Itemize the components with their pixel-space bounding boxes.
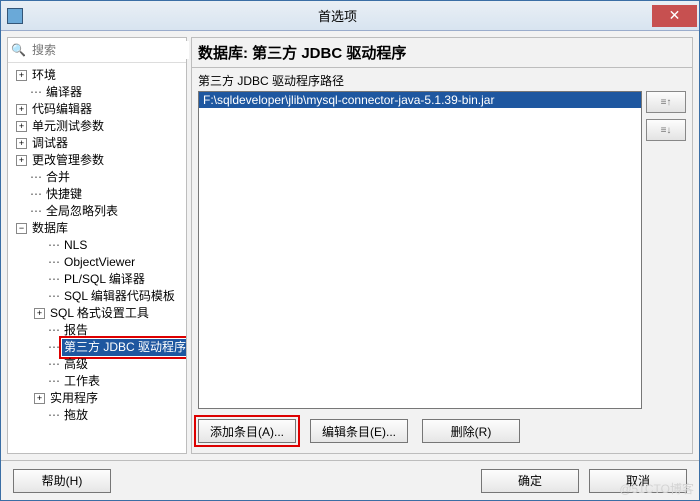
tree-item[interactable]: ⋯拖放 — [32, 407, 184, 424]
tree-item-label: 环境 — [30, 67, 58, 84]
category-tree[interactable]: +环境⋯编译器+代码编辑器+单元测试参数+调试器+更改管理参数⋯合并⋯快捷键⋯全… — [8, 63, 186, 453]
delete-entry-button[interactable]: 删除(R) — [422, 419, 520, 443]
tree-item-label: SQL 格式设置工具 — [48, 305, 151, 322]
tree-item[interactable]: ⋯编译器 — [14, 84, 184, 101]
tree-item-label: NLS — [62, 237, 89, 254]
expand-icon[interactable]: + — [16, 121, 27, 132]
tree-item[interactable]: ⋯快捷键 — [14, 186, 184, 203]
ok-button[interactable]: 确定 — [481, 469, 579, 493]
tree-item-label: 全局忽略列表 — [44, 203, 120, 220]
tree-item[interactable]: +实用程序 — [32, 390, 184, 407]
driver-path-list[interactable]: F:\sqldeveloper\jlib\mysql-connector-jav… — [198, 91, 642, 409]
expand-icon[interactable]: + — [34, 308, 45, 319]
tree-item-label: 单元测试参数 — [30, 118, 106, 135]
tree-item-label: 调试器 — [30, 135, 70, 152]
tree-item-label: 合并 — [44, 169, 72, 186]
app-icon — [7, 8, 23, 24]
tree-item[interactable]: +单元测试参数 — [14, 118, 184, 135]
search-icon: 🔍 — [11, 43, 26, 57]
close-button[interactable]: ✕ — [652, 5, 697, 27]
tree-item[interactable]: +代码编辑器 — [14, 101, 184, 118]
dialog-footer: 帮助(H) 确定 取消 — [1, 460, 699, 500]
expand-icon[interactable]: + — [16, 104, 27, 115]
cancel-button[interactable]: 取消 — [589, 469, 687, 493]
move-up-button[interactable]: ≡↑ — [646, 91, 686, 113]
edit-entry-button[interactable]: 编辑条目(E)... — [310, 419, 408, 443]
tree-item-label: 快捷键 — [44, 186, 84, 203]
panel-header: 数据库: 第三方 JDBC 驱动程序 — [192, 38, 692, 68]
tree-item-label: 高级 — [62, 356, 90, 373]
tree-item[interactable]: ⋯ObjectViewer — [32, 254, 184, 271]
list-item[interactable]: F:\sqldeveloper\jlib\mysql-connector-jav… — [199, 92, 641, 108]
tree-item-label: 第三方 JDBC 驱动程序 — [62, 339, 186, 356]
tree-item-label: 更改管理参数 — [30, 152, 106, 169]
tree-item-label: PL/SQL 编译器 — [62, 271, 147, 288]
help-button[interactable]: 帮助(H) — [13, 469, 111, 493]
sidebar: 🔍 +环境⋯编译器+代码编辑器+单元测试参数+调试器+更改管理参数⋯合并⋯快捷键… — [7, 37, 187, 454]
expand-icon[interactable]: − — [16, 223, 27, 234]
tree-item[interactable]: ⋯工作表 — [32, 373, 184, 390]
tree-item-label: 实用程序 — [48, 390, 100, 407]
preferences-window: 首选项 ✕ 🔍 +环境⋯编译器+代码编辑器+单元测试参数+调试器+更改管理参数⋯… — [0, 0, 700, 501]
tree-item[interactable]: ⋯合并 — [14, 169, 184, 186]
tree-item-label: 报告 — [62, 322, 90, 339]
tree-item-label: 编译器 — [44, 84, 84, 101]
tree-item[interactable]: ⋯PL/SQL 编译器 — [32, 271, 184, 288]
tree-item[interactable]: +调试器 — [14, 135, 184, 152]
expand-icon[interactable]: + — [16, 138, 27, 149]
tree-item-label: ObjectViewer — [62, 254, 137, 271]
tree-item[interactable]: ⋯第三方 JDBC 驱动程序 — [32, 339, 184, 356]
tree-item-label: 代码编辑器 — [30, 101, 94, 118]
tree-item[interactable]: ⋯高级 — [32, 356, 184, 373]
tree-item[interactable]: −数据库⋯NLS⋯ObjectViewer⋯PL/SQL 编译器⋯SQL 编辑器… — [14, 220, 184, 424]
tree-item[interactable]: +SQL 格式设置工具 — [32, 305, 184, 322]
window-title: 首选项 — [23, 6, 652, 25]
tree-item-label: 拖放 — [62, 407, 90, 424]
path-label: 第三方 JDBC 驱动程序路径 — [192, 68, 692, 91]
tree-item[interactable]: +更改管理参数 — [14, 152, 184, 169]
tree-item[interactable]: ⋯报告 — [32, 322, 184, 339]
tree-item[interactable]: ⋯NLS — [32, 237, 184, 254]
move-down-button[interactable]: ≡↓ — [646, 119, 686, 141]
tree-item[interactable]: ⋯全局忽略列表 — [14, 203, 184, 220]
expand-icon[interactable]: + — [16, 155, 27, 166]
tree-item-label: 工作表 — [62, 373, 102, 390]
tree-item[interactable]: ⋯SQL 编辑器代码模板 — [32, 288, 184, 305]
search-input[interactable] — [30, 41, 189, 59]
expand-icon[interactable]: + — [34, 393, 45, 404]
tree-item-label: SQL 编辑器代码模板 — [62, 288, 177, 305]
content-panel: 数据库: 第三方 JDBC 驱动程序 第三方 JDBC 驱动程序路径 F:\sq… — [191, 37, 693, 454]
tree-item-label: 数据库 — [30, 220, 70, 237]
titlebar: 首选项 ✕ — [1, 1, 699, 31]
tree-item[interactable]: +环境 — [14, 67, 184, 84]
searchbox: 🔍 — [8, 38, 186, 63]
expand-icon[interactable]: + — [16, 70, 27, 81]
add-entry-button[interactable]: 添加条目(A)... — [198, 419, 296, 443]
